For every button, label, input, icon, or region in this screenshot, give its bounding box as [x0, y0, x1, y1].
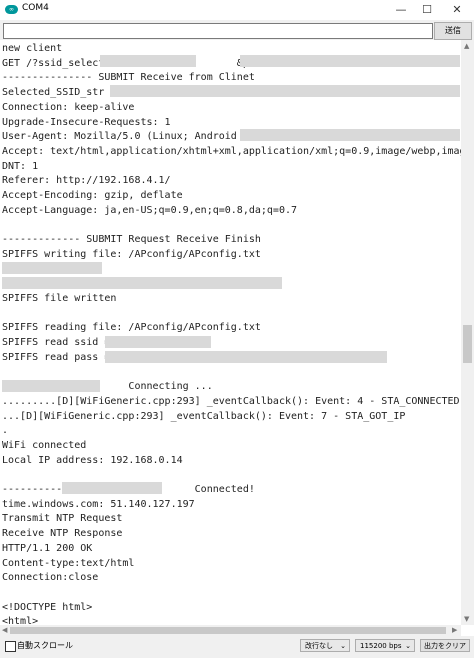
- send-input[interactable]: [3, 23, 433, 39]
- output-line: Connection:close: [2, 572, 99, 584]
- output-line: time.windows.com: 51.140.127.197: [2, 498, 195, 510]
- redacted-block: [62, 482, 162, 494]
- output-line: Content-type:text/html: [2, 557, 135, 569]
- output-line: DNT: 1: [2, 160, 39, 172]
- send-button[interactable]: 送信: [434, 22, 472, 40]
- arduino-icon: ∞: [5, 5, 18, 14]
- output-line: Accept: text/html,application/xhtml+xml,…: [2, 145, 461, 157]
- line-ending-value: 改行なし: [305, 642, 333, 650]
- output-line: Connection: keep-alive: [2, 101, 135, 113]
- maximize-button[interactable]: ☐: [412, 0, 442, 20]
- clear-output-button[interactable]: 出力をクリア: [420, 639, 470, 652]
- output-line: SPIFFS reading file: /APconfig/APconfig.…: [2, 322, 261, 334]
- output-line: Referer: http://192.168.4.1/: [2, 175, 171, 187]
- vertical-scroll-thumb[interactable]: [463, 325, 472, 363]
- chevron-down-icon: ⌄: [340, 642, 346, 650]
- title-bar: ∞ COM4 — ☐ ✕: [0, 0, 474, 20]
- output-line: --------------- SUBMIT Receive from Clin…: [2, 72, 255, 84]
- output-line: SPIFFS read ssid =: [2, 337, 111, 348]
- scroll-up-icon[interactable]: ▲: [464, 42, 469, 50]
- redacted-block: [2, 380, 100, 392]
- output-line: WiFi connected: [2, 439, 87, 451]
- output-line: ...[D][WiFiGeneric.cpp:293] _eventCallba…: [2, 410, 406, 422]
- redacted-block: [110, 85, 460, 97]
- chevron-down-icon: ⌄: [405, 642, 411, 650]
- horizontal-scroll-thumb[interactable]: [10, 627, 446, 634]
- output-line: HTTP/1.1 200 OK: [2, 542, 93, 554]
- output-line: Local IP address: 192.168.0.14: [2, 454, 183, 466]
- output-line: Transmit NTP Request: [2, 513, 123, 525]
- autoscroll-label: 自動スクロール: [17, 641, 73, 650]
- redacted-block: [240, 129, 460, 141]
- output-line: <html>: [2, 616, 39, 625]
- baud-rate-select[interactable]: 115200 bps ⌄: [355, 639, 415, 652]
- output-line: SPIFFS read pass =: [2, 351, 111, 363]
- scroll-down-icon[interactable]: ▼: [464, 615, 469, 623]
- redacted-block: [240, 55, 460, 67]
- redacted-block: [2, 277, 282, 289]
- redacted-block: [2, 262, 102, 274]
- autoscroll-checkbox[interactable]: [5, 641, 16, 652]
- redacted-block: [105, 336, 211, 348]
- scroll-left-icon[interactable]: ◀: [2, 626, 7, 634]
- output-line: Receive NTP Response: [2, 528, 123, 540]
- output-line: User-Agent: Mozilla/5.0 (Linux; Android …: [2, 131, 267, 143]
- serial-output[interactable]: new clientGET /?ssid_select= &pass1=----…: [0, 40, 461, 625]
- close-button[interactable]: ✕: [442, 0, 472, 20]
- output-line: Accept-Language: ja,en-US;q=0.9,en;q=0.8…: [2, 204, 298, 216]
- baud-rate-value: 115200 bps: [360, 642, 402, 650]
- window-title: COM4: [22, 3, 49, 13]
- redacted-block: [100, 55, 196, 67]
- scroll-right-icon[interactable]: ▶: [452, 626, 457, 634]
- output-line: ------------- SUBMIT Request Receive Fin…: [2, 234, 261, 246]
- line-ending-select[interactable]: 改行なし ⌄: [300, 639, 350, 652]
- output-line: .: [2, 425, 9, 437]
- output-line: SPIFFS writing file: /APconfig/APconfig.…: [2, 248, 261, 260]
- output-line: Selected_SSID_str =: [2, 87, 117, 99]
- output-line: new client: [2, 43, 63, 54]
- output-line: SPIFFS file written: [2, 292, 117, 304]
- output-line: Accept-Encoding: gzip, deflate: [2, 190, 183, 201]
- output-line: <!DOCTYPE html>: [2, 601, 93, 613]
- output-line: Upgrade-Insecure-Requests: 1: [2, 116, 171, 128]
- redacted-block: [105, 351, 387, 363]
- output-line: .........[D][WiFiGeneric.cpp:293] _event…: [2, 395, 460, 407]
